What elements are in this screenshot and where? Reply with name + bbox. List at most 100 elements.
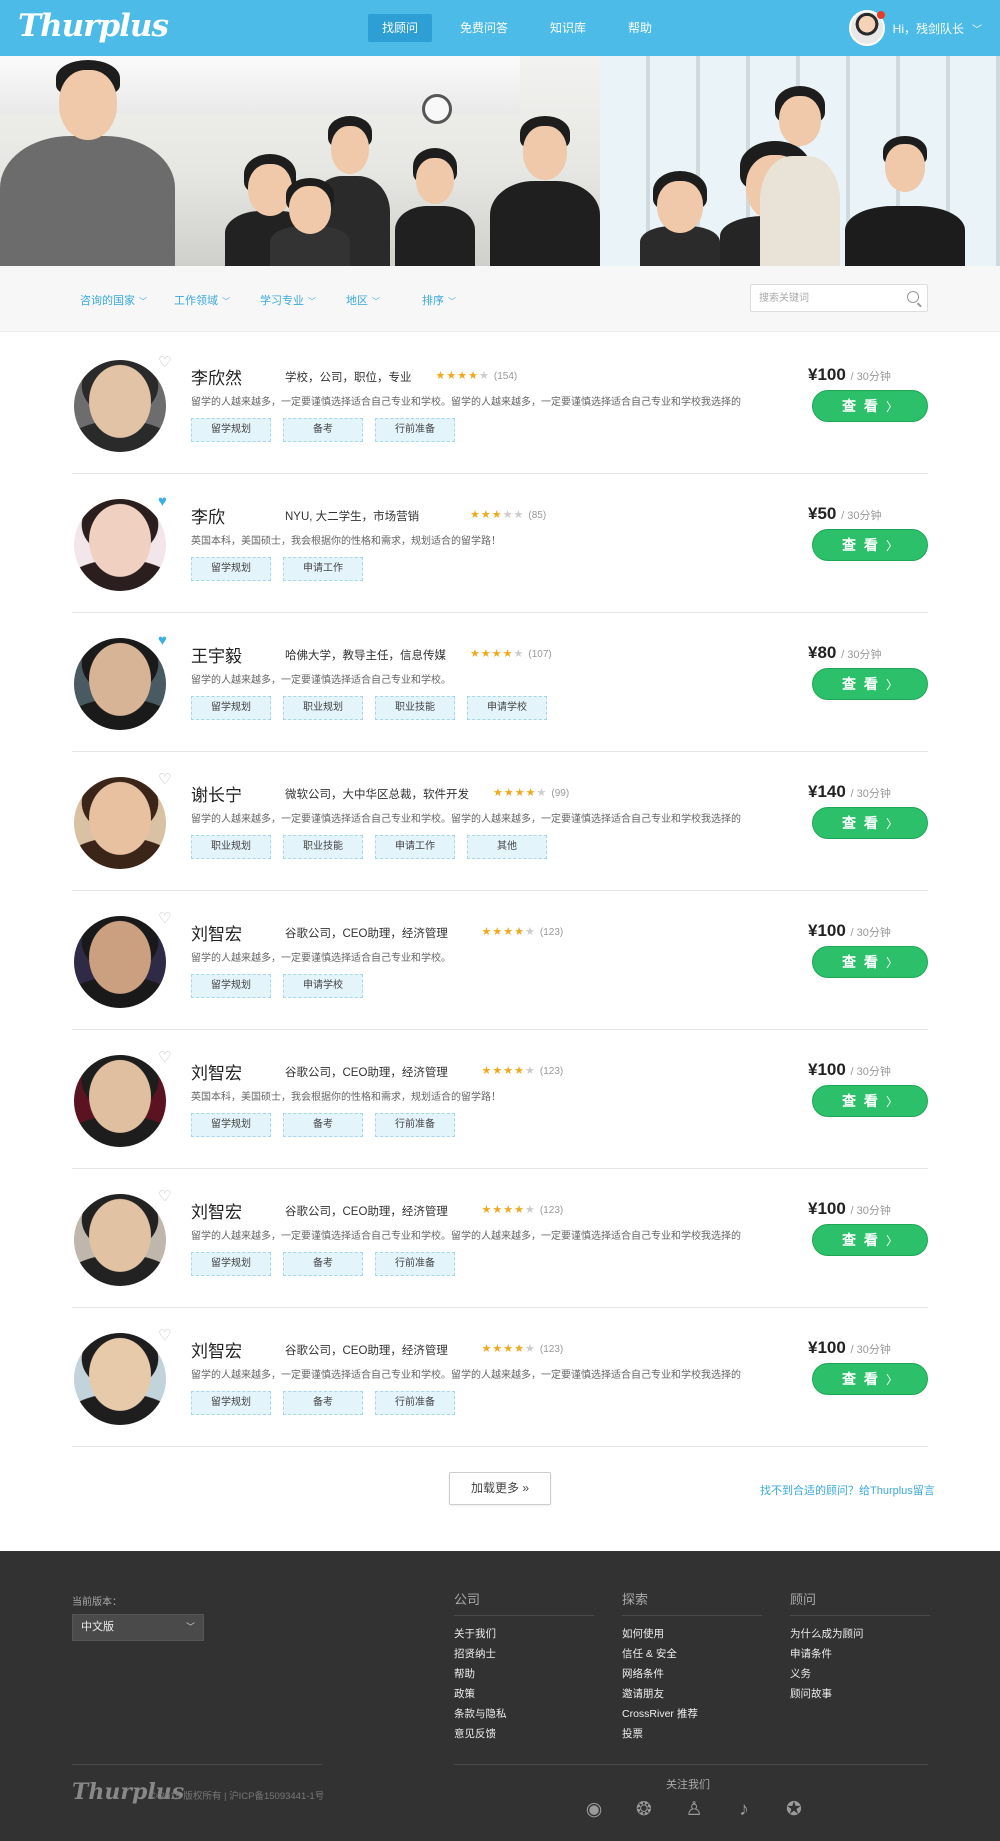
- search-icon[interactable]: [907, 291, 919, 303]
- service-tag[interactable]: 留学规划: [191, 557, 271, 581]
- service-tag[interactable]: 备考: [283, 418, 363, 442]
- footer-link[interactable]: 邀请朋友: [622, 1684, 762, 1704]
- advisor-name[interactable]: 刘智宏: [191, 1198, 242, 1223]
- service-tag[interactable]: 留学规划: [191, 696, 271, 720]
- filter-sort[interactable]: 排序 ﹀: [422, 292, 456, 308]
- chevron-down-icon[interactable]: ﹀: [972, 21, 982, 36]
- favorite-heart-icon[interactable]: ♥: [158, 633, 167, 648]
- user-avatar[interactable]: [848, 10, 885, 46]
- favorite-heart-icon[interactable]: ♡: [158, 1050, 171, 1065]
- nav-free-qa[interactable]: 免费问答: [446, 14, 522, 42]
- wechat-icon[interactable]: ❂: [632, 1799, 656, 1821]
- advisor-avatar[interactable]: [74, 1333, 166, 1425]
- service-tag[interactable]: 职业技能: [283, 835, 363, 859]
- footer-link[interactable]: 信任 & 安全: [622, 1644, 762, 1664]
- advisor-avatar[interactable]: [74, 499, 166, 591]
- filter-country[interactable]: 咨询的国家 ﹀: [80, 292, 147, 308]
- favorite-heart-icon[interactable]: ♡: [158, 772, 171, 787]
- footer-link[interactable]: 帮助: [454, 1664, 594, 1684]
- favorite-heart-icon[interactable]: ♡: [158, 1189, 171, 1204]
- douban-icon[interactable]: ♪: [732, 1799, 756, 1821]
- qq-icon[interactable]: ♙: [682, 1799, 706, 1821]
- service-tag[interactable]: 留学规划: [191, 418, 271, 442]
- view-advisor-button[interactable]: 查 看〉: [812, 529, 928, 561]
- service-tag[interactable]: 留学规划: [191, 1113, 271, 1137]
- weibo-icon[interactable]: ◉: [582, 1799, 606, 1821]
- service-tag[interactable]: 职业技能: [375, 696, 455, 720]
- leave-message-link[interactable]: 找不到合适的顾问？给Thurplus留言: [760, 1482, 935, 1498]
- filter-region[interactable]: 地区 ﹀: [346, 292, 380, 308]
- view-advisor-button[interactable]: 查 看〉: [812, 807, 928, 839]
- view-advisor-button[interactable]: 查 看〉: [812, 390, 928, 422]
- service-tag[interactable]: 申请学校: [283, 974, 363, 998]
- load-more-button[interactable]: 加载更多 »: [449, 1472, 551, 1505]
- view-advisor-button[interactable]: 查 看〉: [812, 1085, 928, 1117]
- service-tag[interactable]: 备考: [283, 1391, 363, 1415]
- search-input[interactable]: [751, 285, 891, 311]
- service-tag[interactable]: 其他: [467, 835, 547, 859]
- footer-link[interactable]: 申请条件: [790, 1644, 930, 1664]
- footer-link[interactable]: 顾问故事: [790, 1684, 930, 1704]
- favorite-heart-icon[interactable]: ♡: [158, 355, 171, 370]
- service-tag[interactable]: 行前准备: [375, 1391, 455, 1415]
- advisor-name[interactable]: 李欣然: [191, 364, 242, 389]
- service-tag[interactable]: 留学规划: [191, 1391, 271, 1415]
- service-tag[interactable]: 申请工作: [283, 557, 363, 581]
- star-icon: ★: [491, 509, 503, 521]
- advisor-name[interactable]: 刘智宏: [191, 1337, 242, 1362]
- view-advisor-button[interactable]: 查 看〉: [812, 946, 928, 978]
- nav-find-advisor[interactable]: 找顾问: [368, 14, 433, 42]
- footer-link[interactable]: 意见反馈: [454, 1724, 594, 1744]
- footer-link[interactable]: 政策: [454, 1684, 594, 1704]
- footer-link[interactable]: 招贤纳士: [454, 1644, 594, 1664]
- filter-major[interactable]: 学习专业 ﹀: [260, 292, 316, 308]
- advisor-avatar[interactable]: [74, 638, 166, 730]
- advisor-name[interactable]: 刘智宏: [191, 1059, 242, 1084]
- footer-link[interactable]: 如何使用: [622, 1624, 762, 1644]
- service-tag[interactable]: 行前准备: [375, 418, 455, 442]
- nav-knowledge-base[interactable]: 知识库: [536, 14, 600, 42]
- user-greeting[interactable]: Hi，残剑队长: [893, 20, 964, 37]
- service-tag[interactable]: 备考: [283, 1252, 363, 1276]
- footer-link[interactable]: 义务: [790, 1664, 930, 1684]
- footer-link[interactable]: 网络条件: [622, 1664, 762, 1684]
- service-tag[interactable]: 备考: [283, 1113, 363, 1137]
- advisor-avatar[interactable]: [74, 360, 166, 452]
- advisor-avatar[interactable]: [74, 1194, 166, 1286]
- filter-work-field[interactable]: 工作领域 ﹀: [174, 292, 230, 308]
- service-tag[interactable]: 职业规划: [191, 835, 271, 859]
- service-tag[interactable]: 申请学校: [467, 696, 547, 720]
- service-tag[interactable]: 职业规划: [283, 696, 363, 720]
- footer-link[interactable]: 关于我们: [454, 1624, 594, 1644]
- footer-link[interactable]: 投票: [622, 1724, 762, 1744]
- favorite-heart-icon[interactable]: ♡: [158, 1328, 171, 1343]
- service-tag[interactable]: 行前准备: [375, 1252, 455, 1276]
- advisor-name[interactable]: 刘智宏: [191, 920, 242, 945]
- advisor-name[interactable]: 谢长宁: [191, 781, 242, 806]
- view-button-label: 查 看: [842, 815, 880, 831]
- service-tag[interactable]: 留学规划: [191, 1252, 271, 1276]
- view-advisor-button[interactable]: 查 看〉: [812, 1363, 928, 1395]
- advisor-avatar[interactable]: [74, 1055, 166, 1147]
- view-advisor-button[interactable]: 查 看〉: [812, 1224, 928, 1256]
- nav-help[interactable]: 帮助: [614, 14, 666, 42]
- advisor-avatar[interactable]: [74, 777, 166, 869]
- star-icon[interactable]: ✪: [782, 1799, 806, 1821]
- favorite-heart-icon[interactable]: ♥: [158, 494, 167, 509]
- footer-link[interactable]: 为什么成为顾问: [790, 1624, 930, 1644]
- view-advisor-button[interactable]: 查 看〉: [812, 668, 928, 700]
- advisor-avatar[interactable]: [74, 916, 166, 1008]
- favorite-heart-icon[interactable]: ♡: [158, 911, 171, 926]
- footer-link[interactable]: 条款与隐私: [454, 1704, 594, 1724]
- advisor-name[interactable]: 李欣: [191, 503, 225, 528]
- review-count: (85): [528, 510, 547, 521]
- service-tag[interactable]: 行前准备: [375, 1113, 455, 1137]
- service-tag[interactable]: 留学规划: [191, 974, 271, 998]
- service-tag[interactable]: 申请工作: [375, 835, 455, 859]
- price-unit: / 30分钟: [841, 510, 882, 522]
- user-menu[interactable]: Hi，残剑队长 ﹀: [848, 10, 982, 46]
- version-select[interactable]: 中文版 ﹀: [72, 1614, 204, 1641]
- footer-link[interactable]: CrossRiver 推荐: [622, 1704, 762, 1724]
- advisor-name[interactable]: 王宇毅: [191, 642, 242, 667]
- site-logo[interactable]: Thurplus: [18, 8, 169, 44]
